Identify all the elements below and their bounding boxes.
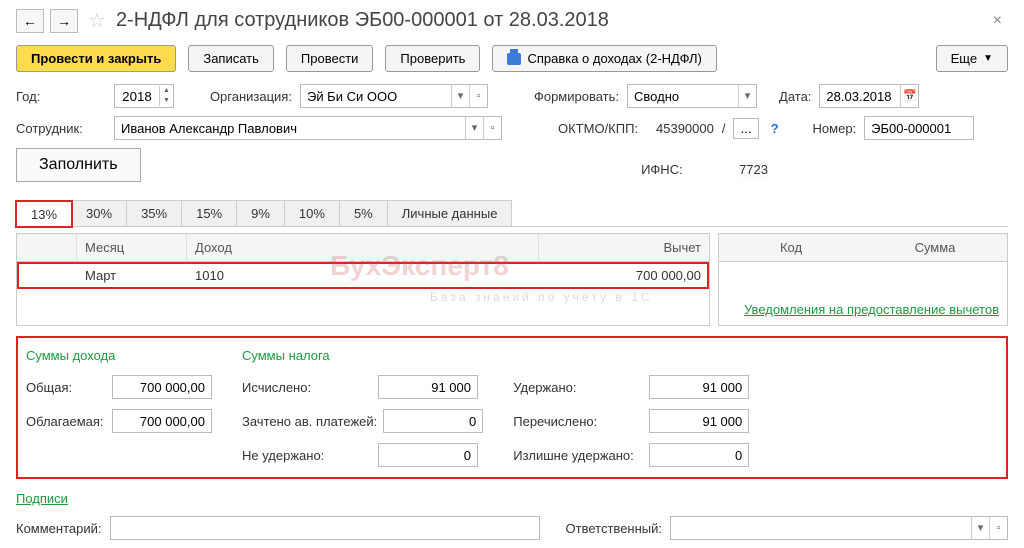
date-input[interactable] [820,85,900,107]
held-input[interactable] [649,375,749,399]
comment-input[interactable] [110,516,540,540]
totals-section: Суммы дохода Общая: Облагаемая: Суммы на… [16,336,1008,479]
responsible-combo[interactable]: ▾ ▫ [670,516,1008,540]
page-title: 2-НДФЛ для сотрудников ЭБ00-000001 от 28… [116,9,981,32]
print-income-ref-label: Справка о доходах (2-НДФЛ) [527,51,701,66]
employee-dropdown-icon[interactable]: ▾ [465,117,483,139]
notheld-input[interactable] [378,443,478,467]
year-label: Год: [16,89,106,104]
year-down-icon[interactable]: ▼ [160,96,173,106]
form-input[interactable] [628,85,738,107]
cell-month: Март [77,262,187,289]
ifns-value: 7723 [739,162,768,177]
nav-forward-button[interactable]: → [50,9,78,33]
overheld-input[interactable] [649,443,749,467]
tab-30[interactable]: 30% [71,200,127,226]
form-dropdown-icon[interactable]: ▾ [738,85,756,107]
favorite-star-icon[interactable]: ☆ [88,8,106,33]
employee-input[interactable] [115,117,465,139]
tab-5[interactable]: 5% [339,200,388,226]
transferred-label: Перечислено: [513,414,643,429]
tab-10[interactable]: 10% [284,200,340,226]
responsible-open-icon[interactable]: ▫ [989,517,1007,539]
tab-9[interactable]: 9% [236,200,285,226]
chevron-down-icon: ▼ [983,53,993,64]
oktmo-label: ОКТМО/КПП: [558,121,648,136]
tab-35[interactable]: 35% [126,200,182,226]
form-label: Формировать: [534,89,619,104]
calc-input[interactable] [378,375,478,399]
total-input[interactable] [112,375,212,399]
form-combo[interactable]: ▾ [627,84,757,108]
cell-amount: 700 000,00 [539,262,709,289]
taxable-input[interactable] [112,409,212,433]
calc-label: Исчислено: [242,380,372,395]
org-dropdown-icon[interactable]: ▾ [451,85,469,107]
signatures-link[interactable]: Подписи [16,491,68,506]
responsible-input[interactable] [671,517,971,539]
col-code: Код [719,234,863,261]
number-label: Номер: [813,121,857,136]
year-up-icon[interactable]: ▲ [160,86,173,96]
taxable-label: Облагаемая: [26,414,106,429]
income-grid: Месяц Доход Вычет Март 1010 700 000,00 [16,233,710,326]
printer-icon [507,53,521,65]
year-input[interactable] [115,85,159,107]
org-combo[interactable]: ▾ ▫ [300,84,488,108]
employee-combo[interactable]: ▾ ▫ [114,116,502,140]
number-input[interactable] [864,116,974,140]
overheld-label: Излишне удержано: [513,448,643,463]
ifns-label: ИФНС: [641,162,731,177]
col-sum: Сумма [863,234,1007,261]
calendar-icon[interactable]: 📅 [900,85,918,107]
table-row[interactable]: Март 1010 700 000,00 [17,262,709,289]
transferred-input[interactable] [649,409,749,433]
responsible-label: Ответственный: [566,521,662,536]
income-sums-title: Суммы дохода [26,348,212,363]
tab-15[interactable]: 15% [181,200,237,226]
save-button[interactable]: Записать [188,45,274,72]
date-field[interactable]: 📅 [819,84,919,108]
responsible-dropdown-icon[interactable]: ▾ [971,517,989,539]
rate-tabs: 13% 30% 35% 15% 9% 10% 5% Личные данные [16,200,1008,227]
date-label: Дата: [779,89,811,104]
check-button[interactable]: Проверить [385,45,480,72]
col-month: Месяц [77,234,187,261]
oktmo-value: 45390000 [656,121,714,136]
more-label: Еще [951,51,977,66]
offset-label: Зачтено ав. платежей: [242,414,377,429]
held-label: Удержано: [513,380,643,395]
deductions-grid: Код Сумма Уведомления на предоставление … [718,233,1008,326]
help-icon[interactable]: ? [767,121,783,136]
fill-button[interactable]: Заполнить [16,148,141,182]
close-icon[interactable]: × [987,10,1008,32]
org-label: Организация: [210,89,292,104]
oktmo-sep: / [722,121,726,136]
post-and-close-button[interactable]: Провести и закрыть [16,45,176,72]
tab-13[interactable]: 13% [16,201,72,227]
total-label: Общая: [26,380,106,395]
more-button[interactable]: Еще ▼ [936,45,1008,72]
nav-back-button[interactable]: ← [16,9,44,33]
oktmo-select-button[interactable]: ... [733,118,758,139]
col-deduction: Вычет [539,234,709,261]
comment-label: Комментарий: [16,521,102,536]
employee-open-icon[interactable]: ▫ [483,117,501,139]
print-income-ref-button[interactable]: Справка о доходах (2-НДФЛ) [492,45,716,72]
org-input[interactable] [301,85,451,107]
employee-label: Сотрудник: [16,121,106,136]
tab-personal[interactable]: Личные данные [387,200,513,226]
deduction-notices-link[interactable]: Уведомления на предоставление вычетов [744,302,999,317]
org-open-icon[interactable]: ▫ [469,85,487,107]
notheld-label: Не удержано: [242,448,372,463]
post-button[interactable]: Провести [286,45,374,72]
year-spinner[interactable]: ▲▼ [114,84,174,108]
cell-code: 1010 [187,262,539,289]
col-income: Доход [187,234,539,261]
tax-sums-title: Суммы налога [242,348,483,363]
offset-input[interactable] [383,409,483,433]
